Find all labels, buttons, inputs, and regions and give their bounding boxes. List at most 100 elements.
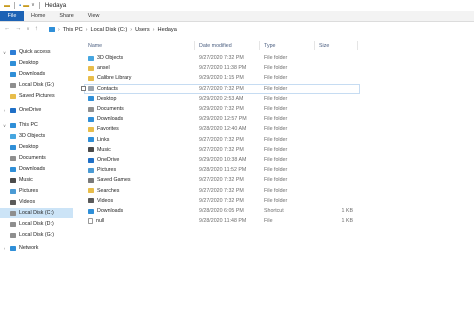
nav-item-music[interactable]: Music [0, 175, 73, 185]
nav-item-quick-access[interactable]: ∨ Quick access [0, 47, 73, 57]
file-type: File folder [264, 55, 288, 62]
file-name: 3D Objects [97, 55, 124, 62]
file-date-modified: 9/27/2020 7:32 PM [199, 177, 244, 184]
nav-item-label: Pictures [19, 188, 39, 194]
file-list: Name Date modified Type Size 3D Objects 9… [76, 36, 474, 311]
row-checkbox[interactable] [81, 86, 86, 92]
nav-item-desktop[interactable]: Desktop [0, 58, 73, 68]
file-row[interactable]: Desktop 9/29/2020 2:53 AM File folder [76, 94, 474, 104]
file-row[interactable]: Videos 9/27/2020 7:32 PM File folder [76, 196, 474, 206]
tab-view[interactable]: View [81, 11, 107, 21]
file-name-cell: Downloads [88, 206, 123, 216]
file-row[interactable]: Downloads 9/28/2020 6:05 PM Shortcut 1 KB [76, 206, 474, 216]
nav-item-local-disk-g[interactable]: Local Disk (G:) [0, 80, 73, 90]
title-divider [38, 2, 40, 9]
file-date-modified: 9/29/2020 12:57 PM [199, 116, 247, 123]
quick-access-icon[interactable]: ▪ [19, 3, 21, 9]
nav-item-label: Desktop [19, 144, 39, 150]
nav-item-label: Network [19, 245, 39, 251]
tab-file[interactable]: File [0, 11, 24, 21]
file-name: Saved Games [97, 177, 131, 184]
star-folder-icon [88, 126, 94, 132]
column-divider[interactable] [314, 41, 315, 50]
address-bar[interactable]: › This PC › Local Disk (C:) › Users › He… [47, 25, 177, 35]
nav-item-local-disk-g[interactable]: Local Disk (G:) [0, 230, 73, 240]
column-header-size[interactable]: Size [319, 40, 329, 51]
file-row[interactable]: 3D Objects 9/27/2020 7:32 PM File folder [76, 53, 474, 63]
download-icon [88, 116, 94, 122]
file-row[interactable]: Saved Games 9/27/2020 7:32 PM File folder [76, 175, 474, 185]
file-row[interactable]: null 9/28/2020 11:48 PM File 1 KB [76, 216, 474, 226]
column-header-type[interactable]: Type [264, 40, 275, 51]
file-row[interactable]: Downloads 9/29/2020 12:57 PM File folder [76, 114, 474, 124]
breadcrumb-local-disk-c[interactable]: Local Disk (C:) [91, 27, 128, 33]
file-name-cell: Saved Games [88, 175, 131, 185]
nav-item-this-pc[interactable]: ∨ This PC [0, 120, 73, 130]
file-size [319, 53, 353, 63]
column-divider[interactable] [194, 41, 195, 50]
breadcrumb-this-pc[interactable]: This PC [63, 27, 83, 33]
file-row[interactable]: Links 9/27/2020 7:32 PM File folder [76, 135, 474, 145]
file-size [319, 165, 353, 175]
file-name-cell: Links [88, 135, 109, 145]
drive-icon [10, 82, 16, 88]
file-size [319, 135, 353, 145]
file-date-modified: 9/27/2020 11:38 PM [199, 65, 247, 72]
expand-chevron-icon[interactable]: › [2, 108, 7, 113]
nav-item-onedrive[interactable]: › OneDrive [0, 105, 73, 115]
file-type: File folder [264, 146, 288, 153]
file-row[interactable]: ansel 9/27/2020 11:38 PM File folder [76, 63, 474, 73]
column-header-date-modified[interactable]: Date modified [199, 40, 232, 51]
up-arrow-icon[interactable]: ↑ [35, 26, 38, 32]
nav-item-documents[interactable]: Documents [0, 153, 73, 163]
file-row[interactable]: Music 9/27/2020 7:32 PM File folder [76, 145, 474, 155]
music-icon [88, 147, 94, 153]
file-type: File folder [264, 106, 288, 113]
file-name-cell: Pictures [88, 165, 116, 175]
picture-icon [88, 167, 94, 173]
file-row[interactable]: OneDrive 9/29/2020 10:38 AM File folder [76, 155, 474, 165]
column-header-name[interactable]: Name [88, 40, 102, 51]
desktop-icon [10, 144, 16, 150]
back-arrow-icon[interactable]: ← [4, 26, 10, 32]
file-row[interactable]: Calibre Library 9/29/2020 1:15 PM File fol… [76, 73, 474, 83]
file-row[interactable]: Searches 9/27/2020 7:32 PM File folder [76, 186, 474, 196]
collapse-chevron-icon[interactable]: ∨ [2, 50, 7, 55]
column-divider[interactable] [259, 41, 260, 50]
file-type: File folder [264, 177, 288, 184]
column-divider[interactable] [357, 41, 358, 50]
nav-item-network[interactable]: › Network [0, 243, 73, 253]
nav-item-local-disk-d[interactable]: Local Disk (D:) [0, 219, 73, 229]
nav-item-downloads[interactable]: Downloads [0, 164, 73, 174]
file-row[interactable]: Favorites 9/28/2020 12:40 AM File folder [76, 124, 474, 134]
nav-item-saved-pictures[interactable]: Saved Pictures [0, 91, 73, 101]
nav-item-videos[interactable]: Videos [0, 197, 73, 207]
breadcrumb-hedaya[interactable]: Hedaya [158, 27, 177, 33]
nav-item-local-disk-c[interactable]: Local Disk (C:) [0, 208, 73, 218]
video-icon [10, 199, 16, 205]
file-name: Contacts [97, 85, 118, 92]
file-name-cell: Videos [88, 196, 113, 206]
nav-item-desktop[interactable]: Desktop [0, 142, 73, 152]
nav-item-pictures[interactable]: Pictures [0, 186, 73, 196]
tab-home[interactable]: Home [24, 11, 52, 21]
new-folder-icon[interactable]: ▬ [23, 3, 29, 9]
file-row[interactable]: Contacts 9/27/2020 7:32 PM File folder [81, 83, 360, 94]
nav-item-3d-objects[interactable]: 3D Objects [0, 131, 73, 141]
nav-item-downloads[interactable]: Downloads [0, 69, 73, 79]
file-type: File folder [264, 116, 288, 123]
file-name-cell: Searches [88, 186, 119, 196]
picture-icon [10, 188, 16, 194]
breadcrumb-users[interactable]: Users [135, 27, 150, 33]
collapse-chevron-icon[interactable]: ∨ [2, 123, 7, 128]
file-size [319, 175, 353, 185]
forward-arrow-icon[interactable]: → [15, 26, 21, 32]
file-size [319, 186, 353, 196]
expand-chevron-icon[interactable]: › [2, 246, 7, 251]
file-name: null [96, 218, 105, 225]
customize-toolbar-chevron-icon[interactable]: ∨ [31, 3, 35, 8]
file-row[interactable]: Pictures 9/28/2020 11:52 PM File folder [76, 165, 474, 175]
file-row[interactable]: Documents 9/29/2020 7:32 PM File folder [76, 104, 474, 114]
recent-locations-chevron-icon[interactable]: ∨ [26, 27, 29, 32]
tab-share[interactable]: Share [52, 11, 80, 21]
